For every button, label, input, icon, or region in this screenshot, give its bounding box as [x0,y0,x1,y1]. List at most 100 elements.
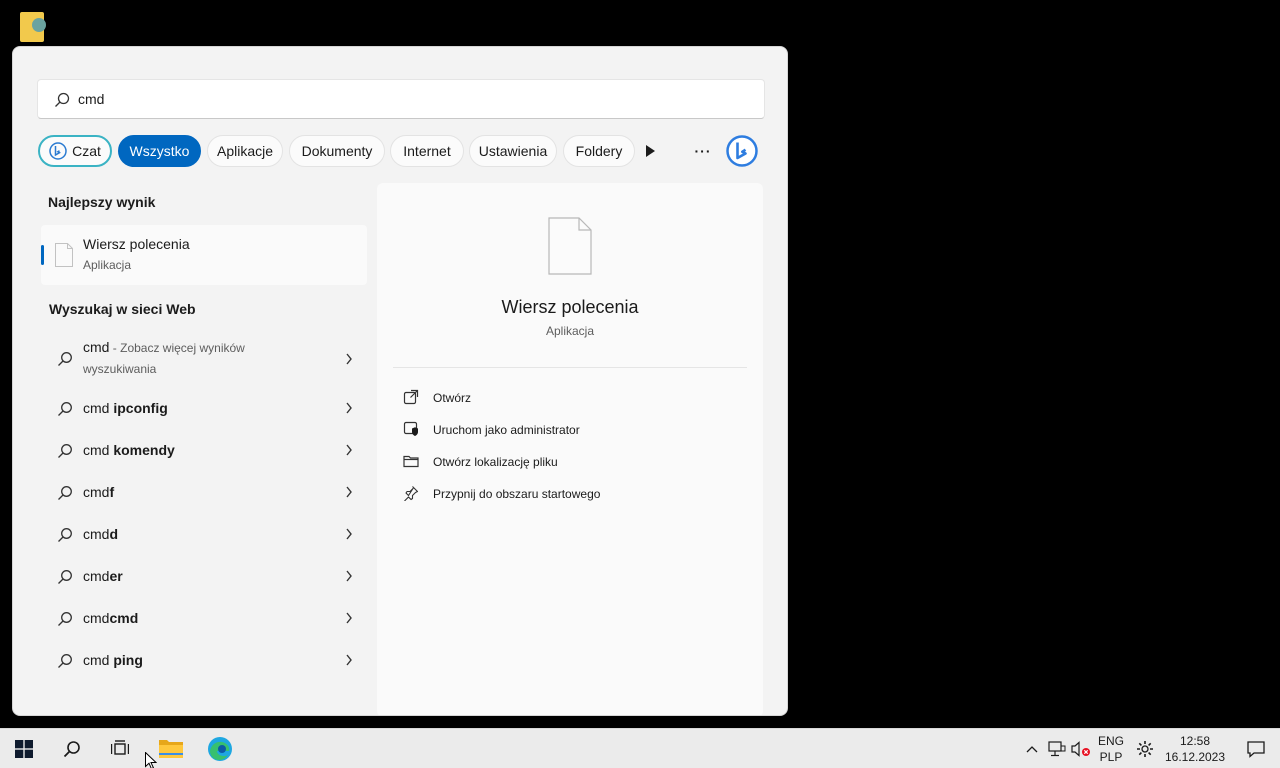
file-explorer-button[interactable] [151,729,191,768]
start-button[interactable] [4,729,44,768]
action-open[interactable]: Otwórz [403,386,743,410]
web-result-label: cmd ipconfig [83,400,168,416]
preview-title: Wiersz polecenia [501,297,639,317]
chevron-up-icon [1026,746,1038,753]
settings-button[interactable] [1133,729,1157,768]
best-match-item[interactable]: Wiersz polecenia Aplikacja [41,225,367,285]
action-open-file-location[interactable]: Otwórz lokalizację pliku [403,450,743,474]
bing-chat-button[interactable] [725,135,759,167]
search-icon [57,611,73,632]
language-indicator[interactable]: ENG PLP [1094,733,1128,765]
web-result-prefix: cmd [83,484,110,500]
web-result-item[interactable]: cmdf [53,473,353,513]
filter-chat[interactable]: Czat [38,135,112,167]
edge-icon [208,737,232,761]
search-input[interactable] [78,80,758,118]
task-view-icon [111,740,129,755]
network-icon [1048,741,1066,757]
web-result-suffix: er [109,568,123,584]
filter-scroll-right-button[interactable] [639,135,661,167]
search-icon [57,527,73,548]
file-explorer-icon [159,740,183,758]
search-icon [57,401,73,422]
web-result-item[interactable]: cmd komendy [53,431,353,471]
web-result-item[interactable]: cmdd [53,515,353,555]
taskbar-search-button[interactable] [52,729,92,768]
action-pin-to-start-label: Przypnij do obszaru startowego [433,487,601,501]
volume-button[interactable] [1070,729,1092,768]
filter-all[interactable]: Wszystko [118,135,201,167]
filter-settings[interactable]: Ustawienia [469,135,557,167]
filter-folders[interactable]: Foldery [563,135,635,167]
folder-icon [403,453,419,474]
web-result-suffix: cmd [109,610,139,626]
mouse-cursor-icon [145,751,158,768]
more-options-button[interactable]: ··· [687,135,719,167]
show-hidden-icons-button[interactable] [1020,729,1044,768]
shield-icon [403,421,419,442]
best-match-name: Wiersz polecenia [83,236,190,252]
search-icon [57,485,73,506]
web-result-label: cmdcmd [83,610,138,626]
edge-browser-button[interactable] [200,729,240,768]
action-pin-to-start[interactable]: Przypnij do obszaru startowego [403,482,743,506]
play-arrow-icon [646,145,655,157]
web-result-label: cmder [83,568,123,584]
search-icon [57,443,73,464]
filter-settings-label: Ustawienia [478,143,548,159]
web-result-prefix: cmd [83,526,110,542]
web-result-label: cmd komendy [83,442,175,458]
search-box[interactable] [37,79,765,119]
web-result-more[interactable]: cmd - Zobacz więcej wyników wyszukiwania [53,335,353,385]
notifications-button[interactable] [1236,729,1276,768]
open-icon [403,389,419,410]
filter-internet[interactable]: Internet [390,135,464,167]
action-run-as-admin-label: Uruchom jako administrator [433,423,580,437]
file-icon [55,243,73,272]
task-view-button[interactable] [100,729,140,768]
filter-apps-label: Aplikacje [216,143,274,159]
divider [393,367,747,368]
action-open-file-location-label: Otwórz lokalizację pliku [433,455,558,469]
action-run-as-admin[interactable]: Uruchom jako administrator [403,418,743,442]
desktop-user-folder-icon[interactable] [20,12,48,46]
filter-documents-label: Dokumenty [301,143,373,159]
selection-indicator [41,245,44,265]
bing-logo-icon [726,135,758,167]
web-result-term: cmd [83,339,110,355]
clock-time: 12:58 [1179,734,1211,748]
web-result-prefix: cmd [83,400,114,416]
web-result-prefix: cmd [83,652,114,668]
web-result-item[interactable]: cmdcmd [53,599,353,639]
chevron-right-icon [345,352,353,370]
filter-apps[interactable]: Aplikacje [207,135,283,167]
volume-muted-icon [1071,741,1090,757]
web-result-item[interactable]: cmd ipconfig [53,389,353,429]
web-search-heading: Wyszukaj w sieci Web [49,301,196,317]
more-options-label: ··· [694,143,712,159]
web-result-suffix: komendy [113,442,175,458]
web-result-label: cmd - Zobacz więcej wyników wyszukiwania [83,337,283,379]
web-result-prefix: cmd [83,610,110,626]
web-result-prefix: cmd [83,568,110,584]
windows-logo-icon [15,740,33,758]
chevron-right-icon [345,401,353,419]
gear-icon [1137,741,1153,757]
search-icon [54,92,70,113]
search-icon [57,653,73,674]
filter-bar: Czat Wszystko Aplikacje Dokumenty Intern… [37,135,767,169]
filter-chat-label: Czat [72,143,101,159]
clock[interactable]: 12:58 16.12.2023 [1160,733,1230,765]
network-button[interactable] [1046,729,1068,768]
web-result-label: cmdf [83,484,114,500]
web-result-suffix: f [109,484,115,500]
filter-documents[interactable]: Dokumenty [289,135,385,167]
chevron-right-icon [345,527,353,545]
search-icon [57,351,73,372]
search-icon [57,569,73,590]
chevron-right-icon [345,443,353,461]
web-result-item[interactable]: cmd ping [53,641,353,681]
web-result-item[interactable]: cmder [53,557,353,597]
web-result-suffix: ping [113,652,143,668]
filter-folders-label: Foldery [575,143,623,159]
